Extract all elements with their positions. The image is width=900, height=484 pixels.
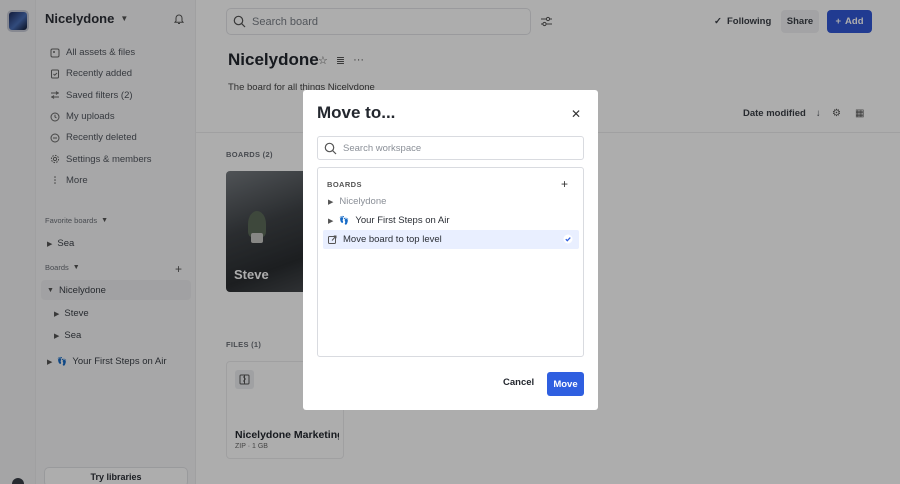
footprints-icon: 👣 (339, 216, 350, 225)
search-icon (324, 142, 337, 154)
destination-row-nicelydone: ▶ Nicelydone (323, 192, 579, 211)
workspace-search-field[interactable] (317, 136, 584, 160)
row-label: Nicelydone (339, 196, 387, 207)
search-workspace-input[interactable] (343, 142, 563, 154)
expand-arrow-icon[interactable]: ▶ (328, 198, 333, 206)
top-level-icon (328, 235, 337, 244)
cancel-button[interactable]: Cancel (503, 377, 534, 388)
row-label: Your First Steps on Air (355, 215, 450, 226)
move-to-dialog: Move to... ✕ BOARDS + ▶ Nicelydone ▶ 👣 Y… (303, 90, 598, 410)
row-label: Move board to top level (343, 234, 442, 245)
move-button[interactable]: Move (547, 372, 584, 396)
destination-row-top-level[interactable]: Move board to top level (323, 230, 579, 249)
destination-tree: BOARDS + ▶ Nicelydone ▶ 👣 Your First Ste… (317, 167, 584, 357)
expand-arrow-icon[interactable]: ▶ (328, 217, 333, 225)
selected-check-icon (563, 234, 573, 244)
close-icon[interactable]: ✕ (571, 107, 581, 121)
destination-row-first-steps[interactable]: ▶ 👣 Your First Steps on Air (323, 211, 579, 230)
add-board-icon[interactable]: + (561, 177, 568, 191)
boards-heading: BOARDS (327, 180, 362, 189)
dialog-title: Move to... (317, 103, 396, 122)
